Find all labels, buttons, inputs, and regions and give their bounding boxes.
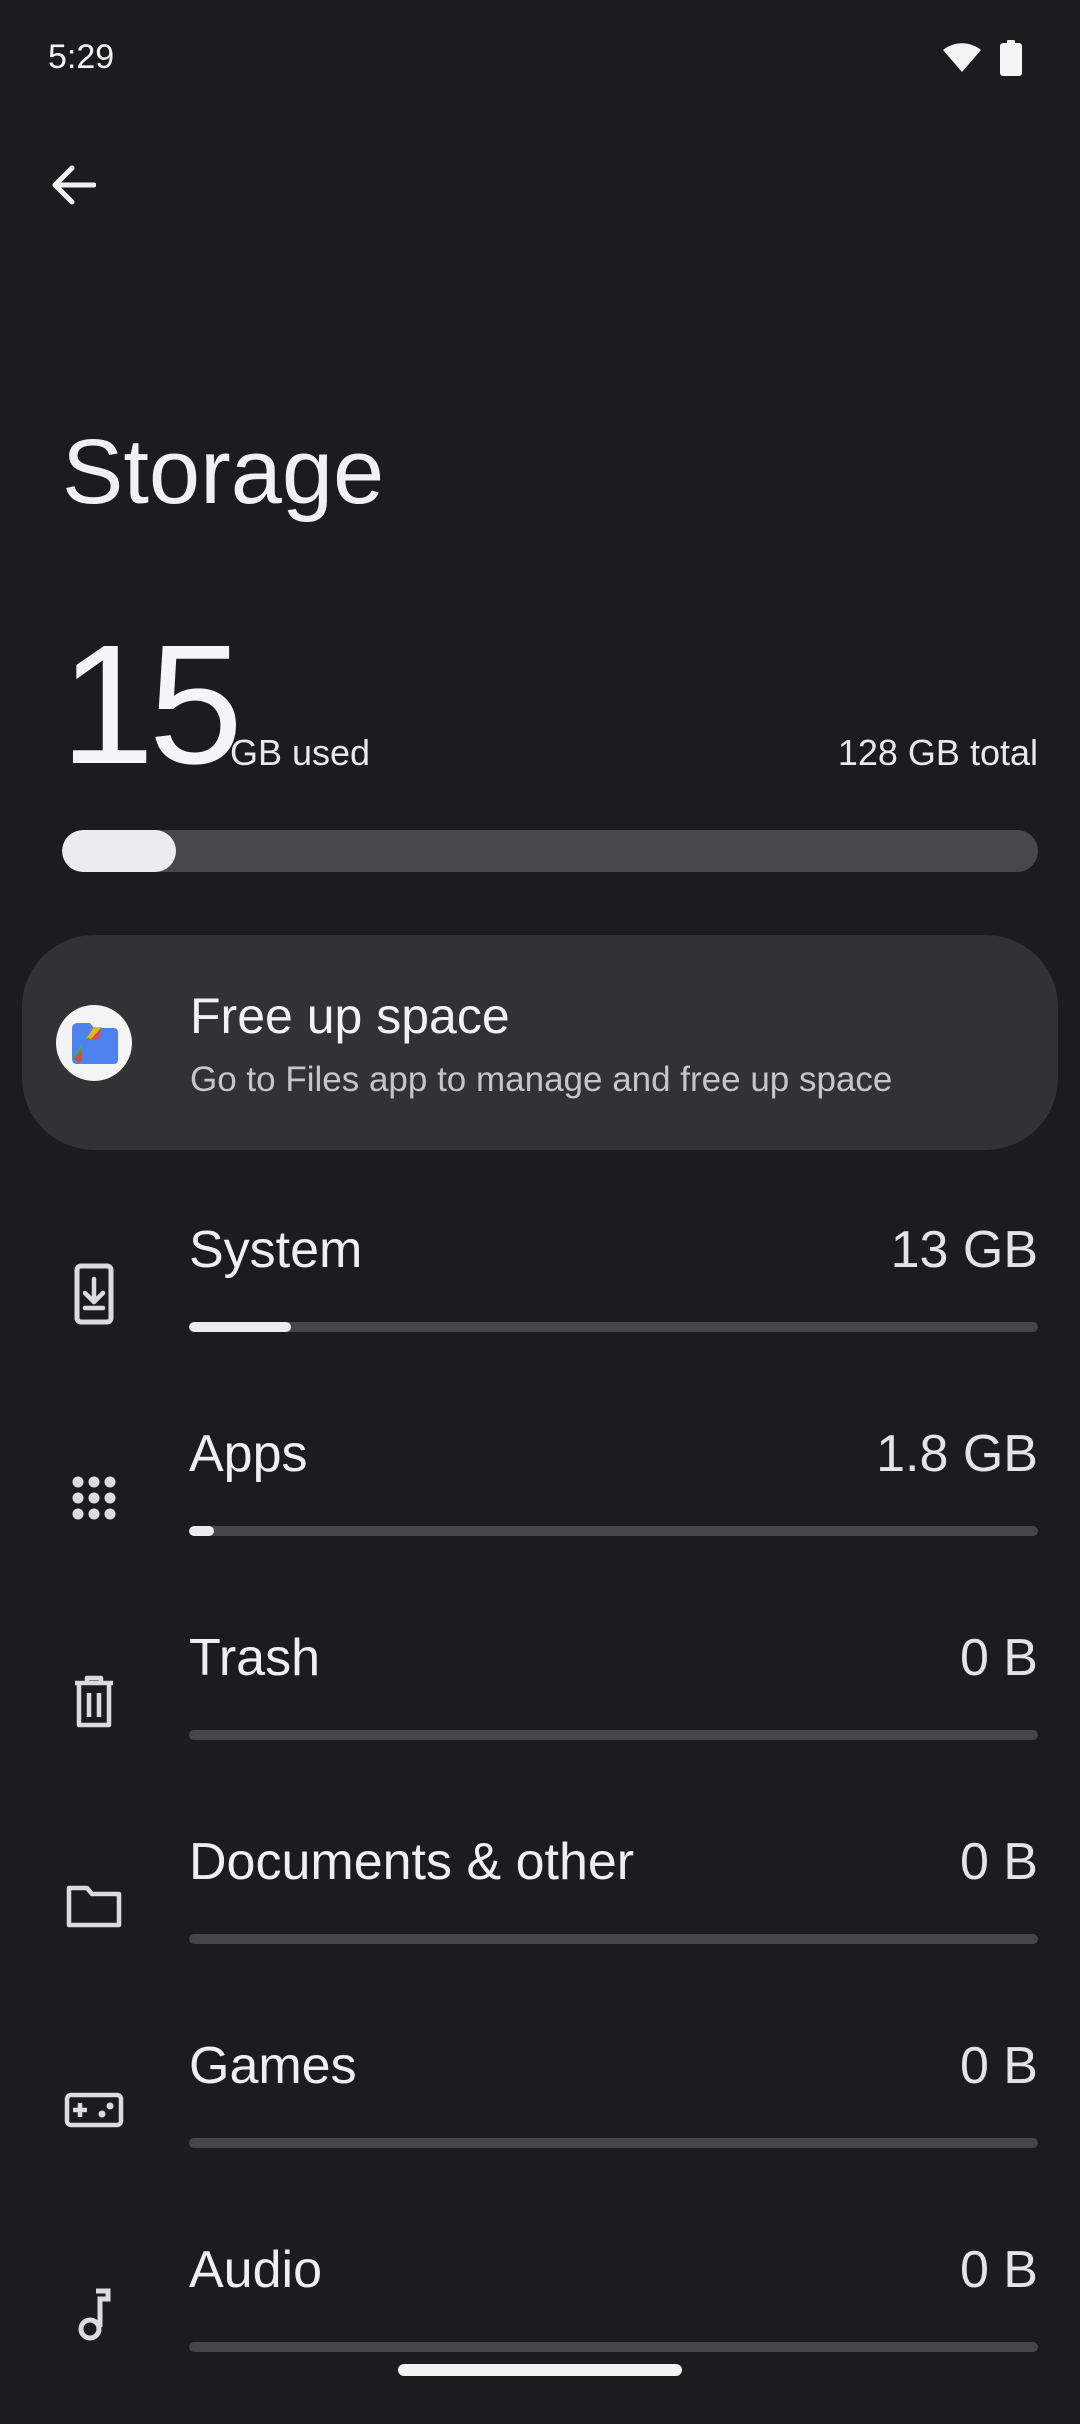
wifi-icon bbox=[942, 42, 982, 79]
folder-icon bbox=[62, 1874, 126, 1938]
category-size: 13 GB bbox=[890, 1221, 1038, 1279]
status-bar: 5:29 bbox=[0, 0, 1080, 120]
status-time: 5:29 bbox=[48, 38, 115, 76]
category-trash[interactable]: Trash 0 B bbox=[0, 1608, 1080, 1812]
category-label: Apps bbox=[189, 1425, 308, 1483]
category-label: Games bbox=[189, 2037, 357, 2095]
gesture-nav-handle[interactable] bbox=[398, 2364, 682, 2376]
storage-usage-bar bbox=[62, 830, 1038, 872]
category-documents[interactable]: Documents & other 0 B bbox=[0, 1812, 1080, 2016]
category-games[interactable]: Games 0 B bbox=[0, 2016, 1080, 2220]
category-usage-bar-fill bbox=[189, 1322, 291, 1332]
category-size: 1.8 GB bbox=[876, 1425, 1038, 1483]
category-size: 0 B bbox=[959, 2037, 1038, 2095]
category-size: 0 B bbox=[959, 2241, 1038, 2299]
system-update-icon bbox=[62, 1262, 126, 1326]
category-label: System bbox=[189, 1221, 363, 1279]
category-usage-bar bbox=[189, 1730, 1038, 1740]
category-size: 0 B bbox=[959, 1629, 1038, 1687]
category-label: Trash bbox=[189, 1629, 320, 1687]
category-usage-bar bbox=[189, 1526, 1038, 1536]
battery-icon bbox=[1000, 40, 1022, 81]
free-up-space-card[interactable]: Free up space Go to Files app to manage … bbox=[22, 935, 1058, 1150]
storage-used-unit: GB used bbox=[230, 732, 371, 773]
category-usage-bar bbox=[189, 2342, 1038, 2352]
music-note-icon bbox=[62, 2282, 126, 2346]
arrow-back-icon bbox=[50, 164, 97, 211]
gamepad-icon bbox=[62, 2078, 126, 2142]
free-up-space-title: Free up space bbox=[190, 988, 510, 1044]
category-audio[interactable]: Audio 0 B bbox=[0, 2220, 1080, 2424]
back-button[interactable] bbox=[36, 150, 110, 224]
storage-used-value: 15 bbox=[60, 610, 243, 800]
category-label: Audio bbox=[189, 2241, 322, 2299]
status-icons bbox=[942, 40, 1022, 81]
apps-grid-icon bbox=[62, 1466, 126, 1530]
storage-usage-bar-fill bbox=[62, 830, 177, 872]
trash-icon bbox=[62, 1670, 126, 1734]
category-size: 0 B bbox=[959, 1833, 1038, 1891]
category-apps[interactable]: Apps 1.8 GB bbox=[0, 1404, 1080, 1608]
storage-total: 128 GB total bbox=[837, 732, 1038, 773]
category-usage-bar bbox=[189, 1934, 1038, 1944]
category-label: Documents & other bbox=[189, 1833, 635, 1891]
files-app-icon bbox=[56, 1005, 132, 1081]
category-system[interactable]: System 13 GB bbox=[0, 1200, 1080, 1404]
category-usage-bar bbox=[189, 2138, 1038, 2148]
category-usage-bar-fill bbox=[189, 1526, 215, 1536]
free-up-space-subtitle: Go to Files app to manage and free up sp… bbox=[190, 1060, 893, 1099]
page-title: Storage bbox=[62, 421, 385, 523]
category-usage-bar bbox=[189, 1322, 1038, 1332]
